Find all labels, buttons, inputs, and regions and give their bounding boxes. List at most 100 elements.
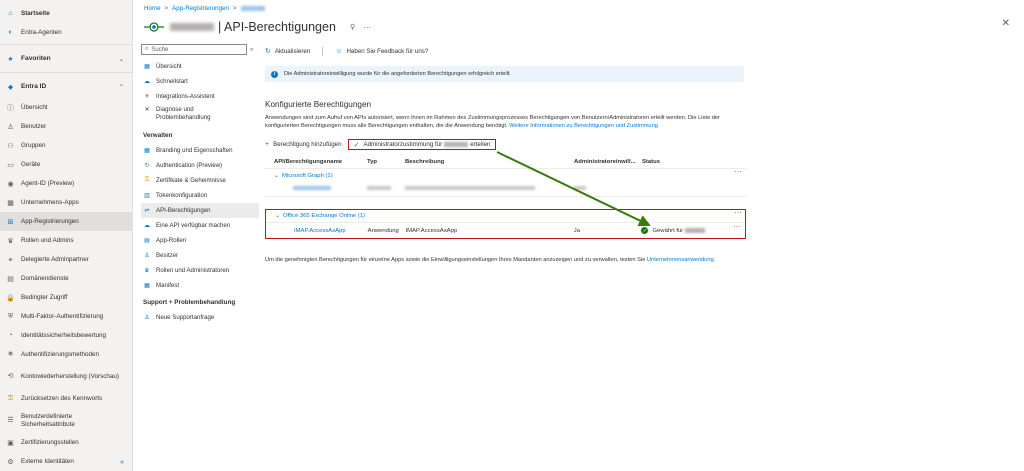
sidebar-item-identitatssicherheitsbewertung-label: Identitätssicherheitsbewertung	[21, 332, 107, 339]
sidebar-item-gruppen-label: Gruppen	[21, 142, 46, 149]
breadcrumb-home[interactable]: Home	[144, 5, 161, 12]
sidebar-item-agent-id-preview[interactable]: ◉ Agent-ID (Preview)	[0, 174, 132, 193]
header-type[interactable]: Typ	[367, 159, 405, 165]
menu-item-manifest[interactable]: ▦ Manifest	[141, 278, 259, 293]
nav-divider	[0, 44, 132, 45]
menu-item-tokenkonfiguration[interactable]: ▥ Tokenkonfiguration	[141, 188, 259, 203]
info-banner: i Die Administratoreinwilligung wurde fü…	[265, 66, 744, 82]
refresh-button[interactable]: ↻ Aktualisieren	[265, 47, 310, 56]
menu-item-branding-und-eigenschaften[interactable]: ▦ Branding und Eigenschaften	[141, 143, 259, 158]
feedback-button[interactable]: ☺ Haben Sie Feedback für uns?	[335, 48, 428, 55]
row-description: IMAP.AccessAsApp	[405, 227, 458, 234]
row-permission-name[interactable]: IMAP.AccessAsApp	[266, 228, 368, 234]
collapse-menu-icon[interactable]: «	[250, 47, 253, 53]
feedback-label: Haben Sie Feedback für uns?	[346, 47, 429, 55]
sidebar-item-kontowiederherstellung-vorschau[interactable]: ⟲ Kontowiederherstellung (Vorschau)	[0, 364, 132, 389]
group-icon: ⚇	[7, 142, 14, 150]
nav-favorites[interactable]: ★ Favoriten ⌄	[0, 47, 132, 70]
more-options-icon[interactable]: ···	[734, 208, 742, 217]
sidebar-item-ubersicht[interactable]: ⓘ Übersicht	[0, 98, 132, 117]
sidebar-item-rollen-und-admins[interactable]: ♛ Rollen und Admins	[0, 231, 132, 250]
sidebar-item-benutzer[interactable]: ♙ Benutzer	[0, 117, 132, 136]
resource-menu-manage: ▦ Branding und Eigenschaften ↻ Authenticati…	[141, 143, 259, 293]
header-admin-consent[interactable]: Administratoreinwill...	[574, 159, 642, 165]
sidebar-item-delegierte-adminpartner-label: Delegierte Adminpartner	[21, 256, 89, 263]
menu-item-app-rollen[interactable]: ▤ App-Rollen	[141, 233, 259, 248]
nav-entra-agents[interactable]: ◐ Entra-Agenten	[0, 23, 132, 42]
table-header: API/Berechtigungsname Typ Beschreibung A…	[265, 156, 746, 169]
menu-item-schnellstart[interactable]: ☁ Schnellstart	[141, 74, 259, 89]
mfa-icon: ⛨	[7, 312, 14, 320]
sidebar-item-domanendienste[interactable]: ▤ Domänendienste	[0, 269, 132, 288]
section-manage: Verwalten	[143, 132, 173, 139]
enterprise-app-link[interactable]: Unternehmensanwendung.	[647, 257, 715, 263]
add-permission-label: Berechtigung hinzufügen	[273, 141, 342, 148]
sidebar-item-unternehmens-apps[interactable]: ▦ Unternehmens-Apps	[0, 193, 132, 212]
add-permission-button[interactable]: + Berechtigung hinzufügen	[265, 141, 342, 148]
menu-item-integrations-assistent[interactable]: ✈ Integrations-Assistent	[141, 89, 259, 104]
sidebar-item-authentifizierungsmethoden[interactable]: ⛯ Authentifizierungsmethoden	[0, 345, 132, 364]
header-status[interactable]: Status	[642, 159, 724, 165]
row-name-redacted[interactable]	[265, 186, 367, 192]
search-icon: ⌕	[145, 46, 149, 52]
more-options-icon[interactable]: ···	[733, 222, 741, 231]
auth-methods-icon: ⛯	[7, 350, 14, 358]
sidebar-item-identitatssicherheitsbewertung[interactable]: ◔ Identitätssicherheitsbewertung	[0, 326, 132, 345]
menu-item-neue-supportanfrage[interactable]: ♙ Neue Supportanfrage	[141, 310, 259, 325]
sidebar-item-delegierte-adminpartner[interactable]: ⚭ Delegierte Adminpartner	[0, 250, 132, 269]
configured-permissions-description: Anwendungen sind zum Aufruf von APIs aut…	[265, 114, 745, 130]
group-microsoft-graph[interactable]: ⌄ Microsoft Graph (1) ···	[265, 167, 746, 182]
sidebar-item-agent-id-preview-label: Agent-ID (Preview)	[21, 180, 75, 187]
sidebar-item-app-registrierungen[interactable]: ⊞ App-Registrierungen	[0, 212, 132, 231]
nav-entra-id[interactable]: ◆ Entra ID ⌃	[0, 75, 132, 98]
close-icon[interactable]: ✕	[1002, 18, 1010, 29]
grant-admin-consent-button[interactable]: ✓ Administratorzustimmung für erteilen	[347, 139, 497, 150]
menu-item-authentication-preview[interactable]: ↻ Authentication (Preview)	[141, 158, 259, 173]
menu-item-tokenkonfiguration-label: Tokenkonfiguration	[156, 192, 208, 199]
header-description[interactable]: Beschreibung	[405, 159, 574, 165]
more-options-icon[interactable]: ···	[734, 167, 742, 176]
menu-item-besitzer[interactable]: ♙ Besitzer	[141, 248, 259, 263]
group-exchange-online-label: Office 365 Exchange Online (1)	[282, 213, 366, 219]
search-input[interactable]: ⌕ Suche	[141, 44, 247, 55]
learn-more-link[interactable]: Weitere Informationen zu Berechtigungen …	[509, 123, 658, 129]
row-admin-consent: Ja	[573, 227, 580, 234]
owner-icon: ♙	[144, 253, 150, 259]
header-api-name[interactable]: API/Berechtigungsname	[265, 159, 367, 165]
breadcrumb-app-registrations[interactable]: App-Registrierungen	[172, 5, 229, 12]
menu-item-schnellstart-label: Schnellstart	[156, 78, 188, 85]
page-title: | API-Berechtigungen	[218, 20, 336, 34]
pin-icon[interactable]: ⚲	[350, 23, 355, 31]
nav-home[interactable]: ⌂ Startseite	[0, 4, 132, 23]
grant-suffix: erteilen	[470, 141, 491, 148]
group-exchange-online[interactable]: ⌄ Office 365 Exchange Online (1) ···	[266, 208, 745, 223]
sidebar-item-benutzerdefinierte-sicherheitsattribute[interactable]: ☰ Benutzerdefinierte Sicherheitsattribute	[0, 408, 132, 433]
menu-item-api-berechtigungen[interactable]: ⇌ API-Berechtigungen	[141, 203, 259, 218]
menu-item-ubersicht[interactable]: ▦ Übersicht	[141, 59, 259, 74]
group-microsoft-graph-label: Microsoft Graph (1)	[281, 172, 333, 179]
menu-item-eine-api-verfugbar-machen[interactable]: ☁ Eine API verfügbar machen	[141, 218, 259, 233]
sidebar-item-unternehmens-apps-label: Unternehmens-Apps	[21, 199, 79, 206]
more-options-icon[interactable]: ···	[363, 23, 371, 32]
sidebar-item-zertifizierungsstellen[interactable]: ▣ Zertifizierungsstellen	[0, 433, 132, 452]
menu-item-diagnose-und-problembehandlung[interactable]: ✕ Diagnose und Problembehandlung	[141, 104, 259, 126]
menu-item-ubersicht-label: Übersicht	[156, 63, 182, 70]
collapse-nav-button[interactable]: «	[120, 459, 124, 466]
sidebar-item-benutzerdefinierte-sicherheitsattribute-label: Benutzerdefinierte Sicherheitsattribute	[21, 412, 75, 428]
app-registrations-icon: ⊞	[7, 218, 14, 226]
sidebar-item-bedingter-zugriff[interactable]: 🔒 Bedingter Zugriff	[0, 288, 132, 307]
sidebar-item-multi-faktor-authentifizierung[interactable]: ⛨ Multi-Faktor-Authentifizierung	[0, 307, 132, 326]
row-type: Anwendung	[367, 227, 399, 234]
sidebar-item-zurucksetzen-des-kennworts[interactable]: ⚿ Zurücksetzen des Kennworts	[0, 389, 132, 408]
section-support: Support + Problembehandlung	[143, 299, 236, 306]
menu-item-app-rollen-label: App-Rollen	[156, 237, 187, 244]
sidebar-item-gerate[interactable]: ▭ Geräte	[0, 155, 132, 174]
menu-item-zertifikate-geheimnisse[interactable]: ⚿ Zertifikate & Geheimnisse	[141, 173, 259, 188]
breadcrumb-app-name-redacted[interactable]	[240, 6, 265, 11]
menu-item-neue-supportanfrage-label: Neue Supportanfrage	[156, 314, 215, 321]
grant-prefix: Administratorzustimmung für	[363, 141, 443, 148]
sidebar-item-gruppen[interactable]: ⚇ Gruppen	[0, 136, 132, 155]
menu-item-rollen-und-administratoren[interactable]: ♛ Rollen und Administratoren	[141, 263, 259, 278]
sidebar-item-externe-identitaten[interactable]: ⚙ Externe Identitäten	[0, 452, 132, 471]
main-content: ↻ Aktualisieren ☺ Haben Sie Feedback für…	[265, 44, 1024, 264]
